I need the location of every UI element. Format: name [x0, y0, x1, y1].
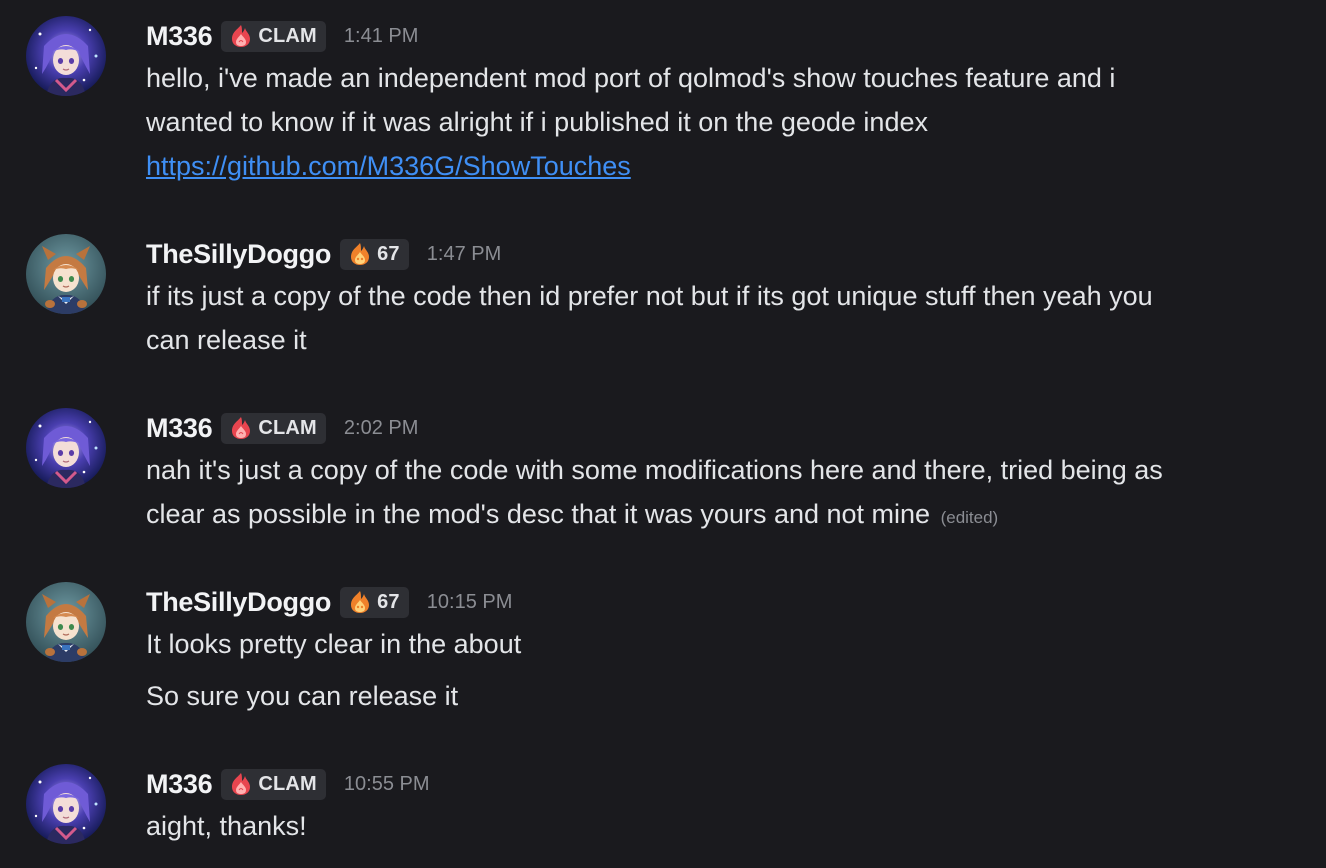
anime-dog-girl-avatar-icon[interactable] [26, 582, 106, 662]
message-text-line: aight, thanks! [146, 811, 307, 841]
orange-flame-icon [347, 241, 373, 267]
message-timestamp[interactable]: 1:47 PM [427, 243, 501, 266]
guild-tag-badge[interactable]: CLAM [221, 20, 326, 52]
message-text-line: if its just a copy of the code then id p… [146, 281, 1153, 311]
anime-girl-avatar-icon[interactable] [26, 408, 106, 488]
orange-flame-icon [347, 589, 373, 615]
username[interactable]: TheSillyDoggo [146, 239, 331, 270]
avatar-image [26, 234, 106, 314]
guild-tag-badge[interactable]: CLAM [221, 768, 326, 800]
clam-flame-icon [228, 415, 254, 441]
message-header: M336 CLAM 10:55 PM [146, 764, 430, 804]
message-content: It looks pretty clear in the about [146, 622, 1316, 666]
anime-dog-girl-avatar-icon[interactable] [26, 234, 106, 314]
guild-tag-label: CLAM [258, 416, 317, 439]
message-text-line: clear as possible in the mod's desc that… [146, 499, 931, 529]
guild-tag-badge[interactable]: CLAM [221, 412, 326, 444]
guild-tag-label: 67 [377, 242, 400, 265]
message-timestamp[interactable]: 10:55 PM [344, 773, 430, 796]
message-header: TheSillyDoggo 67 10:15 PM [146, 582, 512, 622]
message-content: if its just a copy of the code then id p… [146, 274, 1316, 362]
avatar-image [26, 408, 106, 488]
avatar-image [26, 764, 106, 844]
guild-tag-label: CLAM [258, 772, 317, 795]
message-text-line: hello, i've made an independent mod port… [146, 63, 1116, 93]
message-timestamp[interactable]: 10:15 PM [427, 591, 513, 614]
anime-girl-avatar-icon[interactable] [26, 764, 106, 844]
message-header: M336 CLAM 1:41 PM [146, 16, 418, 56]
message-text-line: It looks pretty clear in the about [146, 629, 522, 659]
clam-flame-icon [228, 771, 254, 797]
avatar-image [26, 16, 106, 96]
message-content: aight, thanks! [146, 804, 1316, 848]
message-text-line: So sure you can release it [146, 681, 459, 711]
followup-message: So sure you can release it [146, 674, 1316, 718]
message-link[interactable]: https://github.com/M336G/ShowTouches [146, 151, 631, 181]
guild-tag-label: CLAM [258, 24, 317, 47]
username[interactable]: TheSillyDoggo [146, 587, 331, 618]
avatar-image [26, 582, 106, 662]
guild-tag-badge[interactable]: 67 [340, 238, 409, 270]
message-header: TheSillyDoggo 67 1:47 PM [146, 234, 501, 274]
username[interactable]: M336 [146, 21, 213, 52]
message-timestamp[interactable]: 2:02 PM [344, 417, 418, 440]
clam-flame-icon [228, 23, 254, 49]
message-text-line: can release it [146, 325, 307, 355]
edited-marker[interactable]: (edited) [941, 508, 999, 527]
message-header: M336 CLAM 2:02 PM [146, 408, 418, 448]
message-text-line: nah it's just a copy of the code with so… [146, 455, 1163, 485]
message-text-line: wanted to know if it was alright if i pu… [146, 107, 928, 137]
guild-tag-label: 67 [377, 590, 400, 613]
message-timestamp[interactable]: 1:41 PM [344, 25, 418, 48]
username[interactable]: M336 [146, 413, 213, 444]
guild-tag-badge[interactable]: 67 [340, 586, 409, 618]
message-content: hello, i've made an independent mod port… [146, 56, 1316, 188]
username[interactable]: M336 [146, 769, 213, 800]
anime-girl-avatar-icon[interactable] [26, 16, 106, 96]
message-content: nah it's just a copy of the code with so… [146, 448, 1316, 536]
chat-message-list: M336 CLAM 1:41 PM hello, i've made an in… [0, 0, 1326, 868]
